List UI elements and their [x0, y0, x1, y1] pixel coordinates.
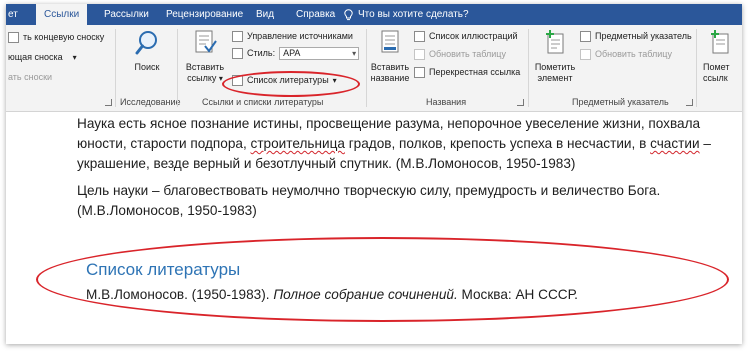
tab-help[interactable]: Справка: [288, 4, 343, 25]
button-label: Список иллюстраций: [429, 31, 518, 41]
button-label: Поиск: [134, 62, 160, 72]
paragraph-line: Цель науки – благовествовать неумолчно т…: [77, 183, 661, 198]
button-label: ющая сноска: [8, 52, 63, 62]
update-table-button[interactable]: Обновить таблицу: [414, 47, 506, 61]
tab-references[interactable]: Ссылки: [36, 4, 88, 25]
button-label-line2: название: [370, 73, 410, 83]
spelling-error-word[interactable]: счастии: [650, 136, 700, 151]
mark-citation-icon: [711, 30, 729, 54]
bibliography-icon: [232, 74, 243, 86]
tab-view[interactable]: Вид: [248, 4, 282, 25]
button-label: Список литературы: [247, 75, 329, 85]
tab-review[interactable]: Рецензирование: [158, 4, 251, 25]
style-dropdown[interactable]: APA: [279, 46, 360, 60]
cross-reference-button[interactable]: Перекрестная ссылка: [414, 65, 520, 79]
ribbon-references: ть концевую сноску ющая сноска ▾ ать сно…: [6, 25, 742, 112]
tell-me-label: Что вы хотите сделать?: [358, 9, 469, 20]
group-separator: [366, 29, 367, 107]
search-button[interactable]: Поиск: [130, 30, 164, 73]
footnotes-dialog-launcher[interactable]: [105, 99, 112, 106]
chevron-down-icon: ▾: [218, 74, 223, 83]
paragraph-1: Наука есть ясное познание истины, просве…: [77, 114, 722, 174]
group-separator: [115, 29, 116, 107]
insert-citation-button[interactable]: Вставить ссылку ▾: [182, 30, 228, 84]
citations-group-label: Ссылки и списки литературы: [202, 97, 324, 107]
bibliography-button[interactable]: Список литературы ▾: [232, 73, 337, 87]
button-label-line2: ссылк: [703, 73, 728, 83]
bibliography-entry: М.В.Ломоносов. (1950-1983). Полное собра…: [86, 287, 578, 302]
tab-mailings[interactable]: Рассылки: [96, 4, 157, 25]
button-label: Помет: [703, 62, 730, 72]
paragraph-line: Наука есть ясное познание истины, просве…: [77, 116, 701, 131]
next-footnote-button[interactable]: ющая сноска ▾: [8, 50, 77, 64]
button-label: Предметный указатель: [595, 31, 692, 41]
captions-group-label: Названия: [426, 97, 467, 107]
button-label: ть концевую сноску: [23, 32, 105, 42]
insert-caption-button[interactable]: Вставить название: [370, 30, 410, 84]
tab-label: Рецензирование: [166, 9, 244, 20]
insert-index-button[interactable]: Предметный указатель: [580, 29, 692, 43]
style-label: Стиль:: [247, 48, 276, 58]
insert-citation-icon: [195, 30, 217, 53]
paragraph-line: (М.В.Ломоносов, 1950-1983): [77, 203, 257, 218]
mark-citation-button[interactable]: Помет ссылк: [703, 30, 742, 84]
ribbon-tab-bar: ет Ссылки Рассылки Рецензирование Вид Сп…: [6, 4, 742, 25]
spelling-error-word[interactable]: строительница: [251, 136, 345, 151]
cross-reference-icon: [414, 66, 425, 78]
tab-label: ет: [8, 9, 18, 20]
tell-me-box[interactable]: Что вы хотите сделать?: [336, 4, 477, 25]
tab-label: Рассылки: [104, 9, 149, 20]
button-label: Управление источниками: [247, 31, 353, 41]
paragraph-2: Цель науки – благовествовать неумолчно т…: [77, 181, 722, 221]
tab-label: Вид: [256, 9, 275, 20]
table-of-figures-icon: [414, 30, 425, 42]
tab-label: Справка: [296, 9, 336, 20]
button-label-line2: элемент: [537, 73, 573, 83]
tab-label: Ссылки: [44, 9, 80, 20]
lightbulb-icon: [344, 8, 353, 20]
button-label: ать сноски: [8, 72, 53, 82]
group-separator: [528, 29, 529, 107]
update-table-icon: [414, 48, 425, 60]
mark-entry-icon: [546, 30, 564, 54]
manage-sources-button[interactable]: Управление источниками: [232, 29, 353, 43]
bibliography-heading: Список литературы: [86, 260, 241, 279]
group-separator: [177, 29, 178, 107]
group-separator: [696, 29, 697, 107]
manage-sources-icon: [232, 30, 243, 42]
update-index-icon: [580, 48, 591, 60]
chevron-down-icon: ▾: [332, 75, 337, 85]
tab-insert[interactable]: ет: [6, 4, 26, 25]
button-label: Обновить таблицу: [595, 49, 672, 59]
style-icon: [232, 47, 243, 59]
index-dialog-launcher[interactable]: [686, 99, 693, 106]
update-index-button[interactable]: Обновить таблицу: [580, 47, 672, 61]
button-label: Обновить таблицу: [429, 49, 506, 59]
button-label: Вставить: [370, 62, 410, 72]
button-label: Пометить: [534, 62, 576, 72]
paragraph-line: украшение, везде верный и безотлучный сп…: [77, 156, 576, 171]
word-window: ет Ссылки Рассылки Рецензирование Вид Сп…: [6, 4, 742, 344]
show-notes-button[interactable]: ать сноски: [8, 70, 52, 84]
magnifier-icon: [135, 31, 157, 55]
table-of-figures-button[interactable]: Список иллюстраций: [414, 29, 518, 43]
button-label: Вставить: [185, 62, 225, 72]
insert-caption-icon: [381, 30, 399, 53]
index-group-label: Предметный указатель: [572, 97, 669, 107]
index-icon: [580, 30, 591, 42]
citation-style-control: Стиль: APA: [232, 46, 360, 60]
chevron-down-icon: ▾: [72, 52, 77, 62]
mark-entry-button[interactable]: Пометить элемент: [533, 30, 577, 84]
insert-endnote-button[interactable]: ть концевую сноску: [8, 30, 104, 44]
captions-dialog-launcher[interactable]: [517, 99, 524, 106]
button-label: Перекрестная ссылка: [429, 67, 521, 77]
endnote-icon: [8, 31, 19, 43]
document-page[interactable]: Наука есть ясное познание истины, просве…: [6, 112, 742, 344]
research-group-label: Исследование: [120, 97, 181, 107]
button-label-line2: ссылку ▾: [187, 73, 223, 83]
paragraph-line: юности, старости подпора, строительница …: [77, 136, 711, 151]
